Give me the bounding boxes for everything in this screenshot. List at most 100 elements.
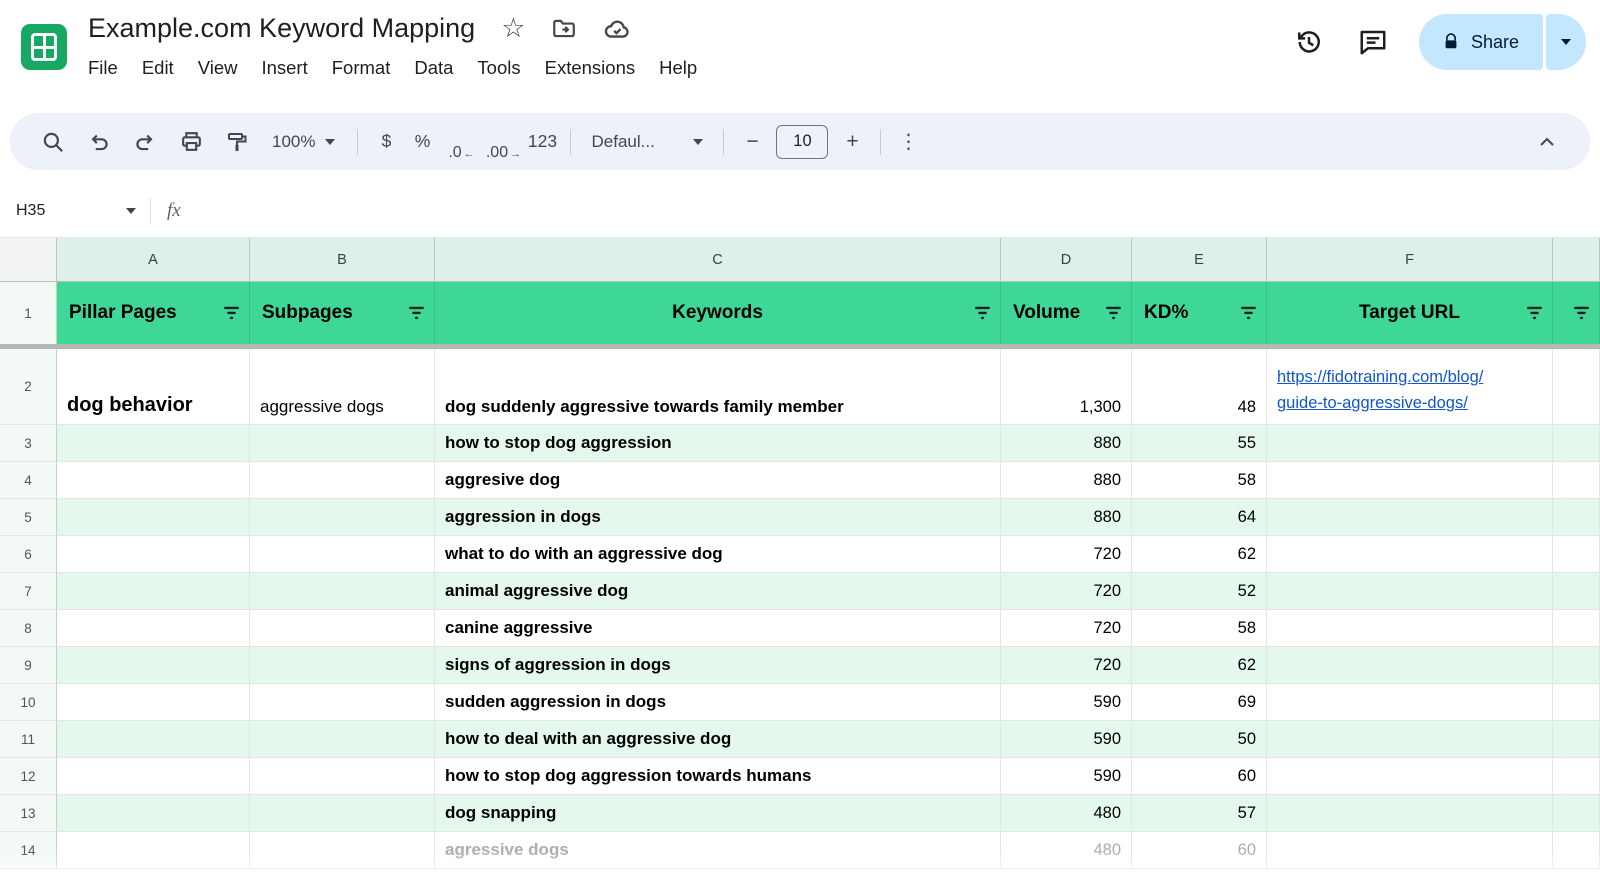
- row-header-5[interactable]: 5: [0, 499, 57, 536]
- cell-subpage-row-11[interactable]: [250, 721, 435, 758]
- row-header-8[interactable]: 8: [0, 610, 57, 647]
- header-cell-volume[interactable]: Volume: [1001, 282, 1132, 344]
- header-cell-kd-[interactable]: KD%: [1132, 282, 1267, 344]
- cell-kd-row-14[interactable]: 60: [1132, 832, 1267, 869]
- cell-kd-row-2[interactable]: 48: [1132, 349, 1267, 425]
- cell-volume-row-13[interactable]: 480: [1001, 795, 1132, 832]
- cell-subpage-row-6[interactable]: [250, 536, 435, 573]
- cell-volume-row-14[interactable]: 480: [1001, 832, 1132, 869]
- cloud-status-icon[interactable]: [603, 15, 631, 43]
- cell-url-row-2[interactable]: https://fidotraining.com/blog/guide-to-a…: [1267, 349, 1553, 425]
- cell-pillar-row-9[interactable]: [57, 647, 250, 684]
- row-header-11[interactable]: 11: [0, 721, 57, 758]
- cell-partial-row-6[interactable]: [1553, 536, 1600, 573]
- increase-decimal-button[interactable]: .00→: [482, 122, 524, 162]
- cell-partial-row-14[interactable]: [1553, 832, 1600, 869]
- zoom-dropdown[interactable]: 100%: [260, 122, 347, 162]
- cell-url-row-12[interactable]: [1267, 758, 1553, 795]
- header-cell-pillar-pages[interactable]: Pillar Pages: [57, 282, 250, 344]
- filter-icon[interactable]: [1573, 306, 1590, 321]
- cell-subpage-row-9[interactable]: [250, 647, 435, 684]
- cell-pillar-row-10[interactable]: [57, 684, 250, 721]
- row-header-10[interactable]: 10: [0, 684, 57, 721]
- menu-edit[interactable]: Edit: [130, 54, 186, 82]
- row-header-9[interactable]: 9: [0, 647, 57, 684]
- cell-kd-row-8[interactable]: 58: [1132, 610, 1267, 647]
- undo-button[interactable]: [76, 122, 122, 162]
- doc-title[interactable]: Example.com Keyword Mapping: [88, 13, 475, 44]
- cell-keyword-row-6[interactable]: what to do with an aggressive dog: [435, 536, 1001, 573]
- cell-pillar-row-14[interactable]: [57, 832, 250, 869]
- filter-icon[interactable]: [1526, 306, 1543, 321]
- cell-url-row-5[interactable]: [1267, 499, 1553, 536]
- redo-button[interactable]: [122, 122, 168, 162]
- menu-insert[interactable]: Insert: [249, 54, 319, 82]
- cell-kd-row-12[interactable]: 60: [1132, 758, 1267, 795]
- cell-pillar-row-5[interactable]: [57, 499, 250, 536]
- cell-keyword-row-2[interactable]: dog suddenly aggressive towards family m…: [435, 349, 1001, 425]
- cell-pillar-row-12[interactable]: [57, 758, 250, 795]
- filter-icon[interactable]: [408, 306, 425, 321]
- cell-keyword-row-7[interactable]: animal aggressive dog: [435, 573, 1001, 610]
- cell-volume-row-10[interactable]: 590: [1001, 684, 1132, 721]
- cell-keyword-row-11[interactable]: how to deal with an aggressive dog: [435, 721, 1001, 758]
- format-currency-button[interactable]: $: [368, 122, 404, 162]
- cell-url-row-10[interactable]: [1267, 684, 1553, 721]
- cell-url-row-8[interactable]: [1267, 610, 1553, 647]
- cell-url-row-11[interactable]: [1267, 721, 1553, 758]
- cell-volume-row-6[interactable]: 720: [1001, 536, 1132, 573]
- cell-keyword-row-8[interactable]: canine aggressive: [435, 610, 1001, 647]
- cell-subpage-row-14[interactable]: [250, 832, 435, 869]
- cell-pillar-row-2[interactable]: dog behavior: [57, 349, 250, 425]
- cell-subpage-row-8[interactable]: [250, 610, 435, 647]
- cell-partial-row-3[interactable]: [1553, 425, 1600, 462]
- cell-volume-row-7[interactable]: 720: [1001, 573, 1132, 610]
- cell-partial-row-8[interactable]: [1553, 610, 1600, 647]
- column-header-partial[interactable]: [1553, 238, 1600, 282]
- cell-kd-row-13[interactable]: 57: [1132, 795, 1267, 832]
- cell-subpage-row-2[interactable]: aggressive dogs: [250, 349, 435, 425]
- cell-url-row-6[interactable]: [1267, 536, 1553, 573]
- format-percent-button[interactable]: %: [404, 122, 440, 162]
- row-header-1[interactable]: 1: [0, 282, 57, 344]
- paint-format-button[interactable]: [214, 122, 260, 162]
- cell-keyword-row-4[interactable]: aggresive dog: [435, 462, 1001, 499]
- more-formats-button[interactable]: 123: [524, 122, 560, 162]
- cell-url-row-4[interactable]: [1267, 462, 1553, 499]
- cell-subpage-row-4[interactable]: [250, 462, 435, 499]
- cell-kd-row-10[interactable]: 69: [1132, 684, 1267, 721]
- cell-kd-row-6[interactable]: 62: [1132, 536, 1267, 573]
- header-cell-target-url[interactable]: Target URL: [1267, 282, 1553, 344]
- print-button[interactable]: [168, 122, 214, 162]
- cell-partial-row-9[interactable]: [1553, 647, 1600, 684]
- cell-partial-row-10[interactable]: [1553, 684, 1600, 721]
- cell-keyword-row-5[interactable]: aggression in dogs: [435, 499, 1001, 536]
- cell-kd-row-9[interactable]: 62: [1132, 647, 1267, 684]
- cell-url-row-14[interactable]: [1267, 832, 1553, 869]
- header-cell-subpages[interactable]: Subpages: [250, 282, 435, 344]
- filter-icon[interactable]: [974, 306, 991, 321]
- menu-file[interactable]: File: [76, 54, 130, 82]
- cell-pillar-row-4[interactable]: [57, 462, 250, 499]
- filter-icon[interactable]: [1105, 306, 1122, 321]
- cell-subpage-row-7[interactable]: [250, 573, 435, 610]
- name-box[interactable]: H35: [0, 202, 150, 220]
- cell-pillar-row-7[interactable]: [57, 573, 250, 610]
- cell-partial-row-11[interactable]: [1553, 721, 1600, 758]
- cell-volume-row-2[interactable]: 1,300: [1001, 349, 1132, 425]
- header-cell-partial[interactable]: [1553, 282, 1600, 344]
- cell-keyword-row-9[interactable]: signs of aggression in dogs: [435, 647, 1001, 684]
- decrease-decimal-button[interactable]: .0←: [440, 122, 482, 162]
- cell-volume-row-12[interactable]: 590: [1001, 758, 1132, 795]
- cell-url-row-13[interactable]: [1267, 795, 1553, 832]
- row-header-4[interactable]: 4: [0, 462, 57, 499]
- column-header-e[interactable]: E: [1132, 238, 1267, 282]
- increase-font-size-button[interactable]: +: [834, 122, 870, 162]
- share-dropdown-button[interactable]: [1546, 14, 1586, 70]
- column-header-d[interactable]: D: [1001, 238, 1132, 282]
- column-header-c[interactable]: C: [435, 238, 1001, 282]
- filter-icon[interactable]: [223, 306, 240, 321]
- row-header-13[interactable]: 13: [0, 795, 57, 832]
- cell-keyword-row-3[interactable]: how to stop dog aggression: [435, 425, 1001, 462]
- row-header-6[interactable]: 6: [0, 536, 57, 573]
